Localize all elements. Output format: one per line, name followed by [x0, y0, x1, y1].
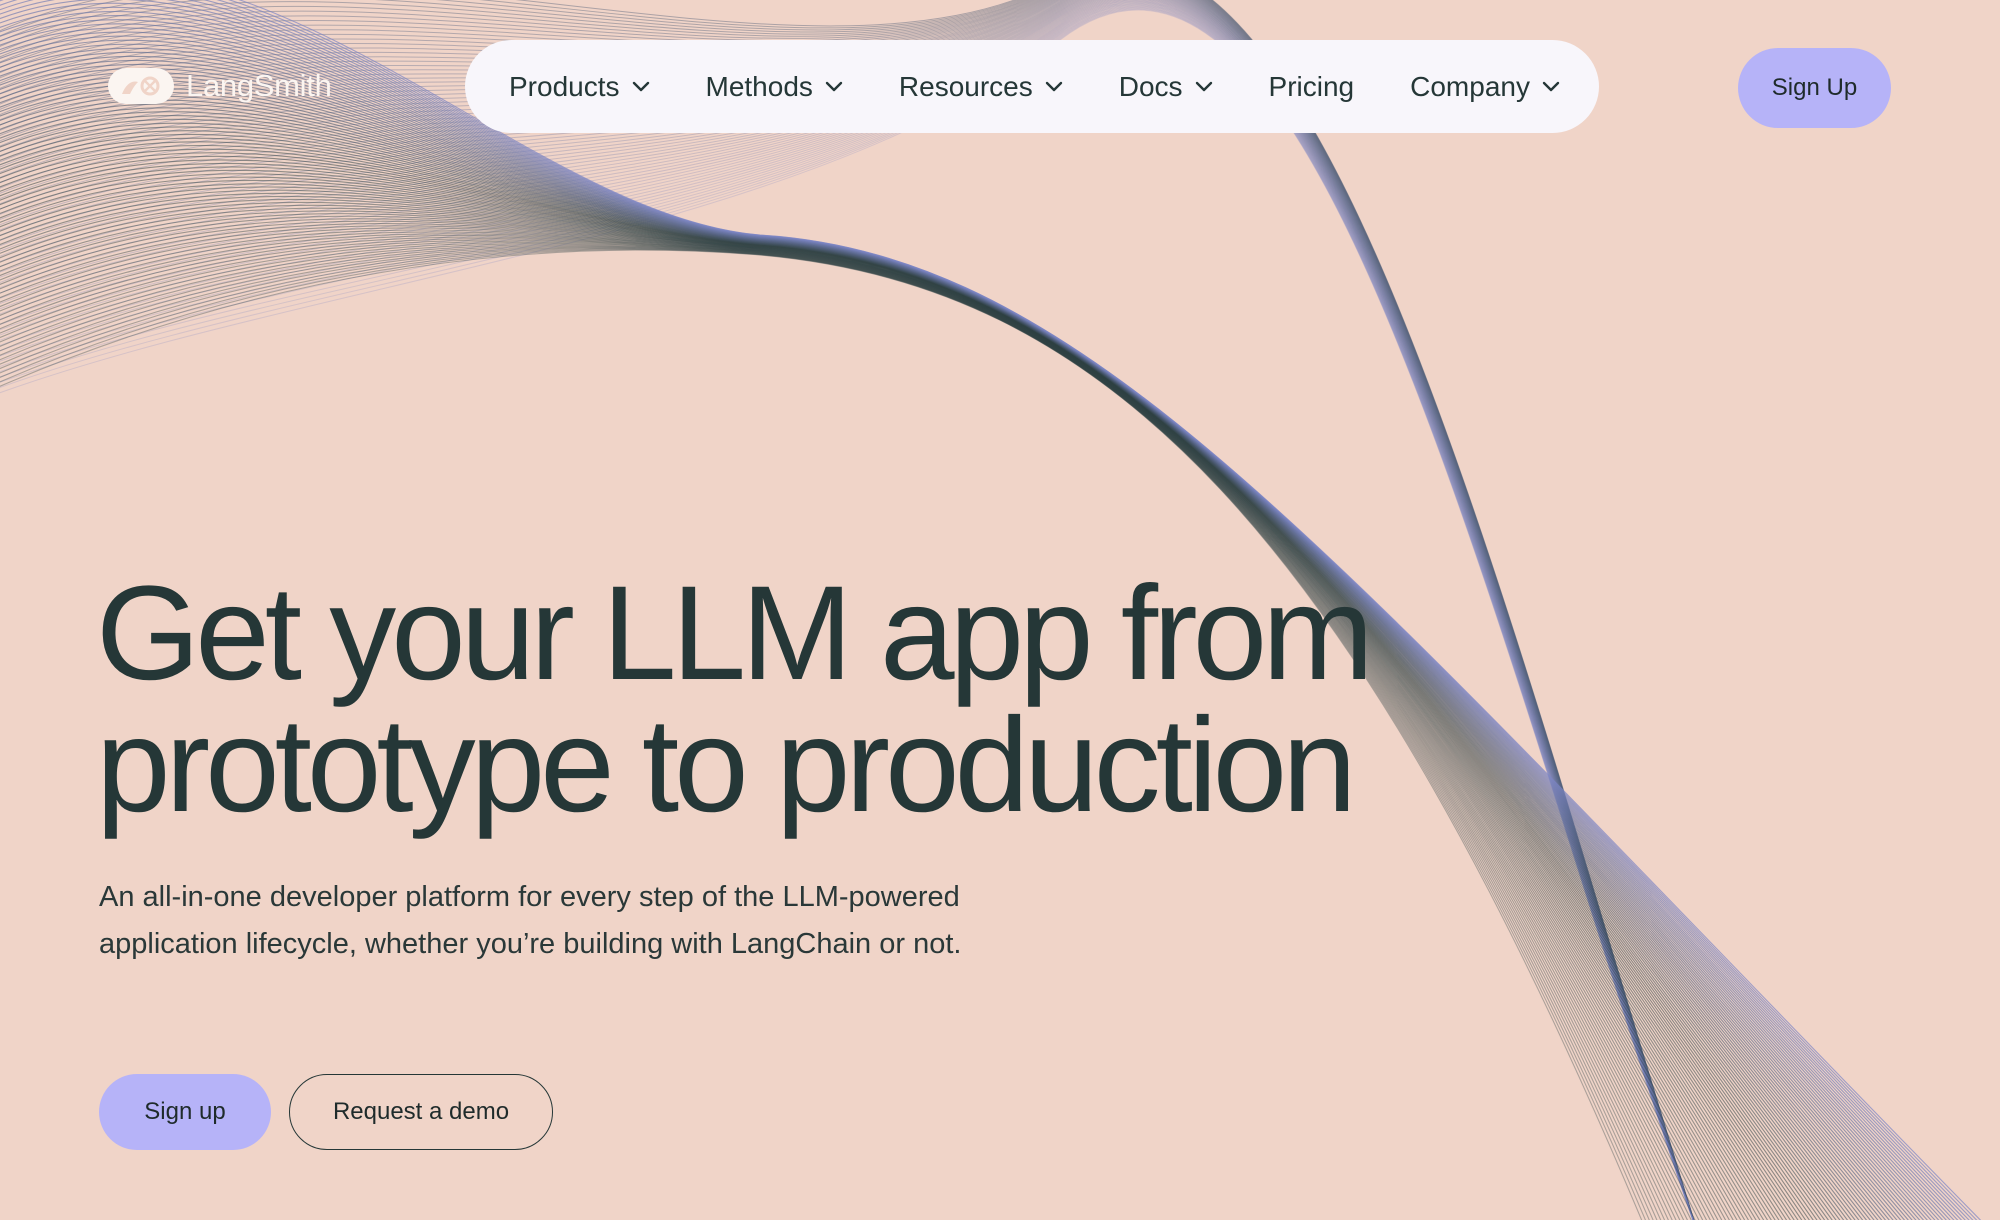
nav-item-products[interactable]: Products	[509, 71, 650, 103]
nav-item-label: Products	[509, 70, 620, 102]
nav-item-label: Company	[1410, 70, 1530, 102]
nav-item-label: Methods	[705, 70, 813, 102]
brand-name: LangSmith	[186, 68, 332, 103]
hero-headline-line: Get your LLM app from	[96, 559, 1374, 708]
langchain-parrot-link-icon	[108, 68, 174, 104]
chevron-down-icon	[632, 81, 649, 91]
hero-headline: Get your LLM app from prototype to produ…	[96, 559, 1374, 840]
logo[interactable]: LangSmith	[108, 66, 332, 106]
hero-subheading-line: application lifecycle, whether you’re bu…	[99, 928, 962, 960]
sign-up-button[interactable]: Sign Up	[1738, 48, 1891, 128]
nav-item-label: Pricing	[1268, 70, 1355, 102]
main-navigation: Products Methods Resources Docs Pricing …	[465, 40, 1599, 133]
nav-item-resources[interactable]: Resources	[899, 71, 1063, 103]
chevron-down-icon	[1542, 81, 1560, 91]
nav-item-label: Docs	[1118, 70, 1183, 102]
sign-up-cta-button[interactable]: Sign up	[99, 1074, 271, 1150]
chevron-down-icon	[1045, 81, 1062, 91]
request-demo-button[interactable]: Request a demo	[289, 1074, 553, 1150]
nav-item-docs[interactable]: Docs	[1119, 71, 1213, 103]
nav-item-pricing[interactable]: Pricing	[1269, 71, 1355, 103]
chevron-down-icon	[1195, 81, 1212, 91]
nav-item-label: Resources	[898, 70, 1033, 102]
chevron-down-icon	[825, 81, 843, 91]
hero-headline-line: prototype to production	[96, 691, 1357, 840]
hero-subheading: An all-in-one developer platform for eve…	[99, 874, 1199, 968]
nav-item-methods[interactable]: Methods	[706, 71, 843, 103]
hero-subheading-line: An all-in-one developer platform for eve…	[99, 881, 960, 913]
nav-item-company[interactable]: Company	[1410, 71, 1560, 103]
